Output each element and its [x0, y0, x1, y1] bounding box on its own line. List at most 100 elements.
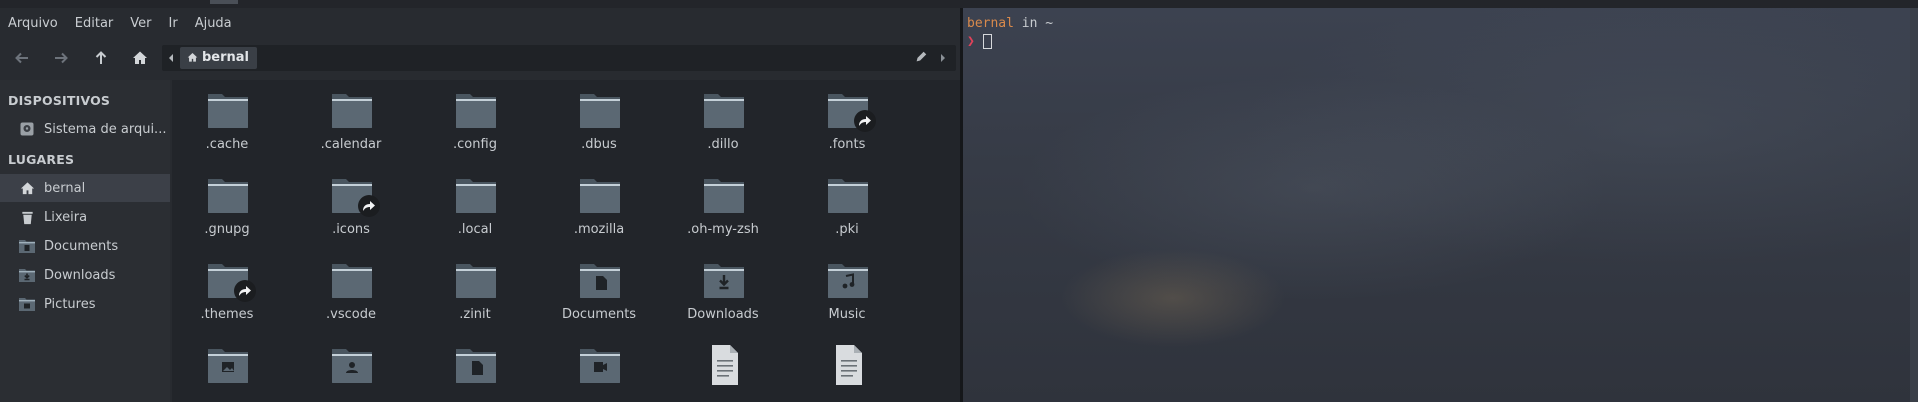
- folder-icon: [580, 94, 620, 128]
- file-name: .local: [457, 222, 493, 237]
- sidebar-heading-devices: DISPOSITIVOS: [8, 93, 111, 108]
- folder-icon: [456, 179, 496, 213]
- sidebar-item-downloads[interactable]: Downloads: [0, 261, 170, 289]
- folder-item[interactable]: [420, 335, 530, 402]
- folder-icon: [332, 349, 372, 383]
- menu-ir[interactable]: Ir: [161, 16, 187, 31]
- file-grid: .cache .calendar .config .dbus .dillo .fonts.…: [172, 80, 960, 402]
- folder-item[interactable]: Documents: [544, 250, 654, 334]
- folder-item[interactable]: .mozilla: [544, 165, 654, 249]
- path-scroll-right-icon[interactable]: [938, 50, 948, 66]
- folder-item[interactable]: .zinit: [420, 250, 530, 334]
- folder-item[interactable]: .pki: [792, 165, 902, 249]
- sidebar-item-label: Sistema de arqui...: [44, 121, 167, 137]
- terminal-input-line[interactable]: ❯: [967, 34, 992, 49]
- file-name: .icons: [332, 222, 370, 237]
- downloads-folder-icon: [18, 266, 36, 284]
- folder-item[interactable]: Downloads: [668, 250, 778, 334]
- file-name: .dillo: [707, 137, 739, 152]
- file-name: .oh-my-zsh: [687, 222, 759, 237]
- panel-indicator: [210, 0, 238, 4]
- folder-item[interactable]: [544, 335, 654, 402]
- folder-item[interactable]: .themes: [172, 250, 282, 334]
- file-name: .config: [453, 137, 497, 152]
- folder-icon: [704, 94, 744, 128]
- folder-item[interactable]: [296, 335, 406, 402]
- file-name: Documents: [561, 307, 637, 322]
- sidebar-heading-places: LUGARES: [8, 152, 75, 167]
- file-name: .calendar: [320, 137, 382, 152]
- folder-item[interactable]: .cache: [172, 80, 282, 164]
- symlink-arrow-icon: [854, 110, 876, 132]
- trash-icon: [18, 208, 36, 226]
- folder-item[interactable]: .calendar: [296, 80, 406, 164]
- terminal-prompt-line: bernal in ~: [967, 16, 1053, 31]
- file-name: .zinit: [459, 307, 491, 322]
- sidebar-item-label: Lixeira: [44, 209, 88, 225]
- file-name: .vscode: [326, 307, 376, 322]
- text-file-item[interactable]: [668, 335, 778, 402]
- folder-item[interactable]: .oh-my-zsh: [668, 165, 778, 249]
- folder-icon: [828, 179, 868, 213]
- menu-ver[interactable]: Ver: [122, 16, 160, 31]
- pictures-folder-icon: [18, 295, 36, 313]
- menu-ajuda[interactable]: Ajuda: [187, 16, 241, 31]
- terminal-edge: [1910, 8, 1918, 402]
- breadcrumb-home[interactable]: bernal: [180, 47, 258, 69]
- file-name: .themes: [200, 307, 254, 322]
- folder-item[interactable]: .icons: [296, 165, 406, 249]
- file-manager-window: Arquivo Editar Ver Ir Ajuda bernal DISPO…: [0, 8, 960, 402]
- path-scroll-left-icon[interactable]: [166, 50, 176, 66]
- home-button[interactable]: [126, 45, 154, 71]
- arrow-right-icon: [55, 52, 68, 64]
- sidebar-item-documents[interactable]: Documents: [0, 232, 170, 260]
- sidebar: DISPOSITIVOS Sistema de arqui... LUGARES…: [0, 80, 170, 402]
- menu-bar: Arquivo Editar Ver Ir Ajuda: [0, 8, 960, 38]
- menu-editar[interactable]: Editar: [67, 16, 123, 31]
- folder-item[interactable]: .dillo: [668, 80, 778, 164]
- sidebar-item-trash[interactable]: Lixeira: [0, 203, 170, 231]
- file-name: .cache: [205, 137, 249, 152]
- file-name: Music: [828, 307, 866, 322]
- folder-item[interactable]: .local: [420, 165, 530, 249]
- sidebar-item-label: bernal: [44, 180, 86, 196]
- menu-arquivo[interactable]: Arquivo: [0, 16, 67, 31]
- sidebar-item-filesystem[interactable]: Sistema de arqui...: [0, 115, 170, 143]
- file-name: .dbus: [581, 137, 617, 152]
- folder-item[interactable]: Music: [792, 250, 902, 334]
- folder-icon: [332, 264, 372, 298]
- home-icon: [187, 53, 198, 62]
- folder-icon: [580, 264, 620, 298]
- folder-item[interactable]: .vscode: [296, 250, 406, 334]
- back-button[interactable]: [8, 45, 36, 71]
- folder-item[interactable]: [172, 335, 282, 402]
- text-file-item[interactable]: [792, 335, 902, 402]
- terminal-cwd: in ~: [1013, 16, 1054, 31]
- up-button[interactable]: [87, 45, 115, 71]
- home-icon: [133, 51, 147, 64]
- terminal-prompt-symbol: ❯: [967, 34, 975, 49]
- path-bar[interactable]: bernal: [162, 45, 956, 71]
- text-file-icon: [712, 345, 738, 385]
- sidebar-item-pictures[interactable]: Pictures: [0, 290, 170, 318]
- top-panel: [0, 0, 1918, 8]
- folder-item[interactable]: .gnupg: [172, 165, 282, 249]
- documents-folder-icon: [18, 237, 36, 255]
- folder-icon: [704, 264, 744, 298]
- edit-path-icon[interactable]: [914, 50, 928, 64]
- sidebar-item-label: Pictures: [44, 296, 96, 312]
- forward-button[interactable]: [47, 45, 75, 71]
- arrow-left-icon: [15, 52, 28, 64]
- file-name: .mozilla: [573, 222, 625, 237]
- terminal-window[interactable]: bernal in ~ ❯: [963, 8, 1918, 402]
- folder-item[interactable]: .config: [420, 80, 530, 164]
- file-name: .fonts: [828, 137, 866, 152]
- file-name: .pki: [835, 222, 859, 237]
- file-name: .gnupg: [204, 222, 250, 237]
- folder-icon: [456, 349, 496, 383]
- folder-icon: [332, 94, 372, 128]
- sidebar-item-home[interactable]: bernal: [0, 174, 170, 202]
- folder-item[interactable]: .dbus: [544, 80, 654, 164]
- folder-item[interactable]: .fonts: [792, 80, 902, 164]
- text-file-icon: [836, 345, 862, 385]
